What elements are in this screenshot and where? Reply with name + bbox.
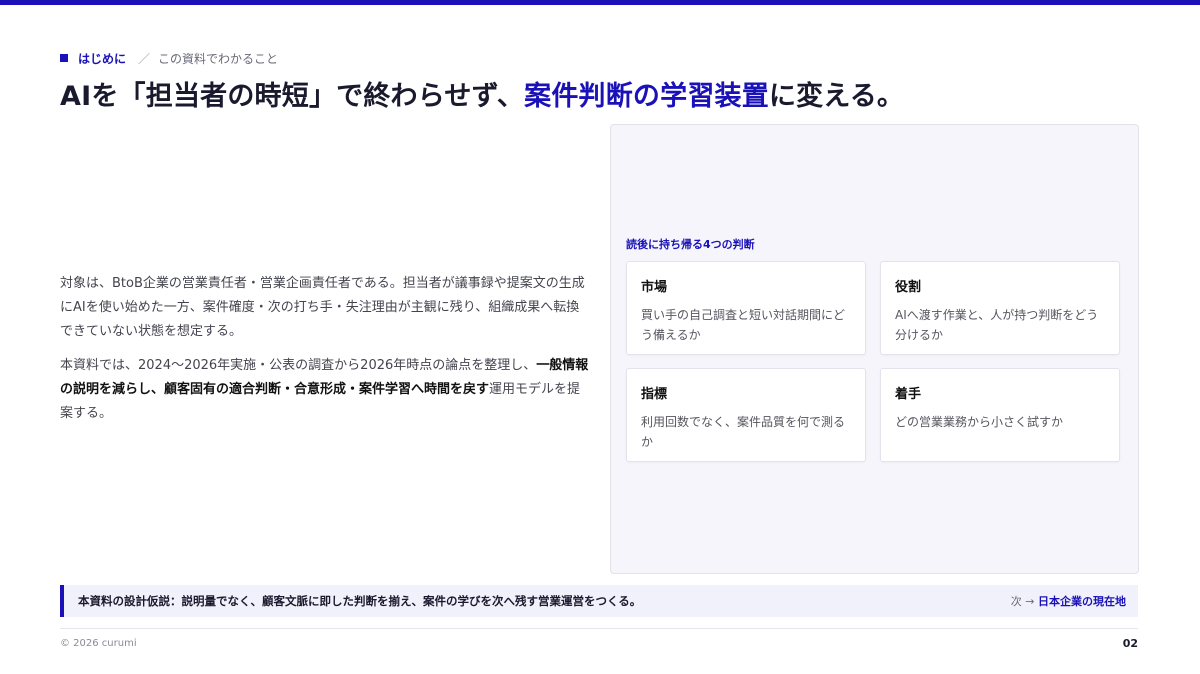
title-part-2: に変える。: [768, 81, 905, 112]
paragraph-2-prefix: 本資料では、2024〜2026年実施・公表の調査から2026年時点の論点を整理し…: [60, 358, 537, 373]
card-description: 利用回数でなく、案件品質を何で測るか: [641, 415, 846, 449]
page-title: AIを「担当者の時短」で終わらせず、案件判断の学習装置に変える。: [60, 74, 1160, 113]
next-prefix: 次 →: [1010, 595, 1035, 608]
section-marker-icon: [60, 54, 68, 62]
page-number: 02: [1122, 637, 1138, 650]
card-description: AIへ渡す作業と、人が持つ判断をどう分けるか: [895, 308, 1099, 342]
intro-body: 対象は、BtoB企業の営業責任者・営業企画責任者である。担当者が議事録や提案文の…: [60, 272, 590, 436]
card-title: 役割: [895, 280, 922, 295]
takeaways-label: 読後に持ち帰る4つの判断: [626, 238, 755, 251]
takeaway-card-start: 着手 どの営業業務から小さく試すか: [880, 368, 1120, 462]
eyebrow-separator: ／: [138, 51, 151, 66]
design-hypothesis-bar: 本資料の設計仮説：説明量でなく、顧客文脈に即した判断を揃え、案件の学びを次へ残す…: [60, 585, 1138, 617]
top-accent-bar: [0, 0, 1200, 5]
card-title: 着手: [895, 387, 922, 402]
title-part-1: AIを「担当者の時短」で終わらせず、: [60, 81, 525, 112]
card-title: 指標: [641, 387, 668, 402]
section-subtitle: この資料でわかること: [158, 51, 279, 66]
card-description: 買い手の自己調査と短い対話期間にどう備えるか: [641, 308, 846, 342]
design-hypothesis-text: 本資料の設計仮説：説明量でなく、顧客文脈に即した判断を揃え、案件の学びを次へ残す…: [78, 594, 642, 608]
section-label: はじめに: [78, 51, 127, 66]
takeaway-card-role: 役割 AIへ渡す作業と、人が持つ判断をどう分けるか: [880, 261, 1120, 355]
intro-paragraph-1: 対象は、BtoB企業の営業責任者・営業企画責任者である。担当者が議事録や提案文の…: [60, 276, 585, 339]
card-title: 市場: [641, 280, 668, 295]
takeaway-card-metrics: 指標 利用回数でなく、案件品質を何で測るか: [626, 368, 866, 462]
next-section-link[interactable]: 日本企業の現在地: [1038, 595, 1126, 608]
copyright: © 2026 curumi: [60, 638, 137, 649]
takeaway-card-market: 市場 買い手の自己調査と短い対話期間にどう備えるか: [626, 261, 866, 355]
card-description: どの営業業務から小さく試すか: [895, 415, 1064, 429]
footer-divider: [60, 628, 1138, 629]
section-eyebrow: はじめに ／ この資料でわかること: [60, 50, 278, 66]
title-accent: 案件判断の学習装置: [524, 81, 769, 112]
intro-paragraph-2: 本資料では、2024〜2026年実施・公表の調査から2026年時点の論点を整理し…: [60, 354, 590, 426]
next-section-nav[interactable]: 次 → 日本企業の現在地: [1011, 593, 1126, 609]
